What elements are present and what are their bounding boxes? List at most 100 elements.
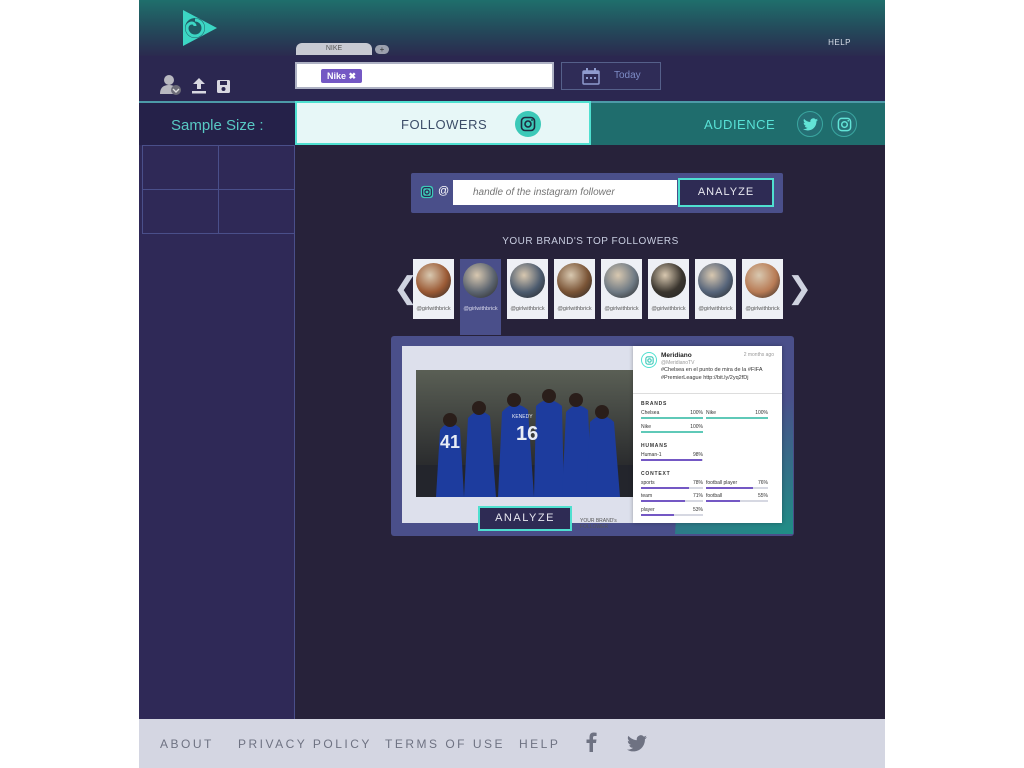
follower-avatar [604, 263, 639, 298]
post-text: #Chelsea en el punto de mira de la #FIFA… [661, 367, 763, 381]
metric-name: team [641, 493, 653, 499]
metric-name: Human-1 [641, 452, 662, 458]
sidebar [139, 145, 295, 719]
follower-card[interactable]: @girlwithbrick [742, 259, 783, 319]
save-icon[interactable] [216, 79, 231, 94]
follower-avatar [651, 263, 686, 298]
metric-name: football player [706, 480, 738, 486]
metric-fill [641, 431, 703, 433]
user-menu-icon[interactable] [159, 74, 183, 96]
metric-name: player [641, 507, 655, 513]
metric-name: Chelsea [641, 410, 660, 416]
follower-card[interactable]: @girlwithbrick [507, 259, 548, 319]
footer-about-link[interactable]: ABOUT [160, 737, 214, 751]
metric-value: 71% [692, 493, 703, 499]
divider [633, 393, 782, 394]
context-title: CONTEXT [641, 471, 671, 477]
sample-cell [142, 145, 219, 190]
sample-size-panel: Sample Size : [139, 101, 295, 145]
twitter-icon[interactable] [627, 735, 647, 752]
brands-metric: Nike 100% [706, 410, 768, 420]
brand-search-input[interactable]: Nike ✖ [295, 62, 554, 89]
logo-icon[interactable] [179, 8, 221, 48]
metric-fill [706, 417, 768, 419]
follower-avatar [745, 263, 780, 298]
post-timestamp: 2 months ago [743, 352, 774, 358]
metric-value: 100% [755, 410, 768, 416]
metric-value: 53% [692, 507, 703, 513]
tag-nike[interactable]: Nike ✖ [321, 69, 363, 83]
tab-nike[interactable]: NIKE [296, 43, 372, 55]
humans-metric: Human-1 98% [641, 452, 703, 462]
post-info-panel: Meridiano @MeridianoTV 2 months ago #Che… [633, 346, 782, 523]
twitter-icon[interactable] [797, 111, 823, 137]
upload-icon[interactable] [191, 77, 207, 94]
follower-handle: @girlwithbrick [416, 306, 451, 312]
follower-card[interactable]: @girlwithbrick [460, 259, 501, 335]
carousel-next-button[interactable]: ❯ [787, 271, 812, 306]
footer-help-link[interactable]: HELP [519, 737, 560, 751]
follower-avatar [510, 263, 545, 298]
follower-avatar [463, 263, 498, 298]
analyze-handle-button[interactable]: ANALYZE [678, 178, 774, 207]
post-username: Meridiano [661, 352, 692, 359]
handle-search-bar: @ ANALYZE [411, 173, 783, 213]
context-metric: sports 78% [641, 480, 703, 490]
help-link[interactable]: HELP [828, 38, 851, 47]
follower-handle: @girlwithbrick [651, 306, 686, 312]
follower-handle: @girlwithbrick [698, 306, 733, 312]
metric-fill [706, 487, 754, 489]
app-window: HELP NIKE + Nike ✖ Today Sample Size: F… [139, 0, 885, 768]
svg-text:KENEDY: KENEDY [512, 414, 533, 420]
calendar-icon [582, 68, 600, 85]
context-metric: player 53% [641, 507, 703, 517]
main-content: @ ANALYZE YOUR BRAND'S TOP FOLLOWERS ❮ ❯… [296, 145, 885, 719]
metric-fill [641, 459, 702, 461]
metric-name: Nike [706, 410, 717, 416]
instagram-icon[interactable] [831, 111, 857, 137]
metric-fill [641, 417, 703, 419]
add-tab-button[interactable]: + [375, 45, 389, 54]
facebook-icon[interactable] [585, 732, 597, 752]
tab-followers[interactable]: FOLLOWERS [295, 101, 591, 145]
tab-audience-label: AUDIENCE [704, 117, 776, 132]
at-symbol: @ [438, 185, 450, 197]
post-preview: 41 16 KENEDY ANALYZE YOUR BRAND's FOLLOW… [402, 346, 642, 531]
sample-cell [218, 145, 295, 190]
follower-card[interactable]: @girlwithbrick [648, 259, 689, 319]
metric-value: 55% [757, 493, 768, 499]
tab-followers-label: FOLLOWERS [401, 117, 488, 132]
follower-card[interactable]: @girlwithbrick [413, 259, 454, 319]
context-metric: football 55% [706, 493, 768, 503]
follower-avatar [416, 263, 451, 298]
metric-value: 100% [690, 424, 703, 430]
follower-card[interactable]: @girlwithbrick [554, 259, 595, 319]
metric-name: Nike [641, 424, 652, 430]
top-followers-title: YOUR BRAND'S TOP FOLLOWERS [502, 236, 679, 247]
humans-title: HUMANS [641, 443, 668, 449]
follower-handle: @girlwithbrick [745, 306, 780, 312]
svg-text:16: 16 [516, 423, 538, 445]
follower-handle: @girlwithbrick [604, 306, 639, 312]
analyze-post-button[interactable]: ANALYZE [478, 506, 572, 531]
follower-avatar [557, 263, 592, 298]
footer-privacy-link[interactable]: PRIVACY POLICY [238, 737, 372, 751]
tab-audience[interactable]: AUDIENCE [591, 101, 885, 145]
context-metric: team 71% [641, 493, 703, 503]
instagram-icon[interactable] [515, 111, 541, 137]
date-picker-button[interactable]: Today [561, 62, 661, 90]
svg-text:41: 41 [440, 432, 460, 452]
follower-card[interactable]: @girlwithbrick [601, 259, 642, 319]
follower-card[interactable]: @girlwithbrick [695, 259, 736, 319]
metric-name: football [706, 493, 723, 499]
metric-fill [641, 500, 686, 502]
footer-terms-link[interactable]: TERMS OF USE [385, 737, 505, 751]
metric-fill [641, 487, 690, 489]
date-label: Today [614, 70, 641, 81]
handle-input[interactable] [453, 180, 677, 205]
follower-avatar [698, 263, 733, 298]
footer: ABOUT PRIVACY POLICY TERMS OF USE HELP [139, 719, 885, 768]
metric-name: sports [641, 480, 655, 486]
follower-handle: @girlwithbrick [463, 306, 498, 312]
metric-value: 76% [757, 480, 768, 486]
